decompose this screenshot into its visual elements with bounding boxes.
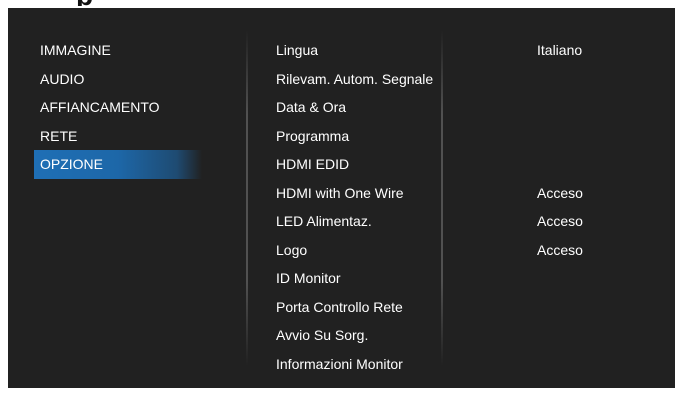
value-porta-controllo-rete (537, 293, 583, 322)
main-menu-column: IMMAGINE AUDIO AFFIANCAMENTO RETE OPZION… (8, 8, 248, 388)
option-programma[interactable]: Programma (276, 122, 433, 151)
menu-item-immagine[interactable]: IMMAGINE (34, 36, 202, 65)
option-rilevam-autom-segnale[interactable]: Rilevam. Autom. Segnale (276, 65, 433, 94)
values-list: Italiano Acceso Acceso Acceso (537, 36, 583, 378)
option-hdmi-one-wire[interactable]: HDMI with One Wire (276, 179, 433, 208)
value-lingua: Italiano (537, 42, 583, 58)
value-programma (537, 122, 583, 151)
main-menu-list: IMMAGINE AUDIO AFFIANCAMENTO RETE OPZION… (34, 36, 202, 179)
option-led-alimentaz[interactable]: LED Alimentaz. (276, 207, 433, 236)
value-rilevam-autom-segnale (537, 65, 583, 94)
value-logo: Acceso (537, 241, 583, 258)
options-column: Lingua Rilevam. Autom. Segnale Data & Or… (248, 8, 445, 388)
option-logo[interactable]: Logo (276, 236, 433, 265)
menu-item-rete[interactable]: RETE (34, 122, 202, 151)
menu-item-opzione[interactable]: OPZIONE (34, 150, 202, 179)
option-avvio-su-sorg[interactable]: Avvio Su Sorg. (276, 321, 433, 350)
value-hdmi-one-wire: Acceso (537, 184, 583, 201)
menu-item-audio[interactable]: AUDIO (34, 65, 202, 94)
option-data-ora[interactable]: Data & Ora (276, 93, 433, 122)
values-column: Italiano Acceso Acceso Acceso (445, 8, 675, 388)
option-hdmi-edid[interactable]: HDMI EDID (276, 150, 433, 179)
option-id-monitor[interactable]: ID Monitor (276, 264, 433, 293)
option-informazioni-monitor[interactable]: Informazioni Monitor (276, 350, 433, 379)
option-porta-controllo-rete[interactable]: Porta Controllo Rete (276, 293, 433, 322)
value-informazioni-monitor (537, 350, 583, 379)
menu-item-affiancamento[interactable]: AFFIANCAMENTO (34, 93, 202, 122)
osd-menu-panel: IMMAGINE AUDIO AFFIANCAMENTO RETE OPZION… (8, 8, 675, 388)
value-avvio-su-sorg (537, 321, 583, 350)
value-led-alimentaz: Acceso (537, 213, 583, 229)
option-lingua[interactable]: Lingua (276, 36, 433, 65)
options-list: Lingua Rilevam. Autom. Segnale Data & Or… (276, 36, 433, 378)
cropped-heading-fragment: p (76, 0, 166, 6)
page: p IMMAGINE AUDIO AFFIANCAMENTO RETE OPZI… (0, 0, 683, 396)
value-hdmi-edid (537, 150, 583, 179)
value-data-ora (537, 93, 583, 122)
value-id-monitor (537, 264, 583, 293)
